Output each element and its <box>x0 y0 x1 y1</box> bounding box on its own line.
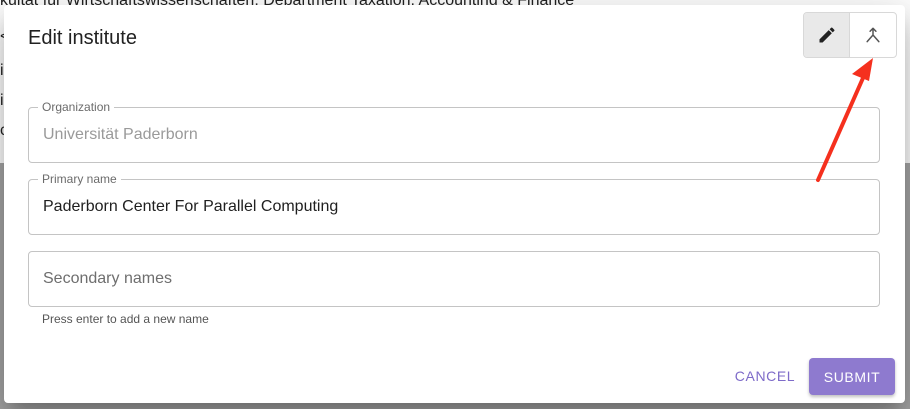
mode-toggle-group <box>803 12 897 58</box>
organization-label: Organization <box>38 100 115 114</box>
dialog-title: Edit institute <box>28 27 137 49</box>
edit-mode-toggle[interactable] <box>804 13 851 57</box>
primary-name-field[interactable]: Primary name Paderborn Center For Parall… <box>28 172 880 235</box>
edit-institute-dialog: Edit institute Organization Universität … <box>4 5 905 403</box>
organization-value: Universität Paderborn <box>43 126 198 143</box>
submit-button[interactable]: SUBMIT <box>809 358 895 395</box>
pencil-icon <box>819 27 835 43</box>
merge-icon <box>866 27 880 43</box>
organization-field: Organization Universität Paderborn <box>28 100 880 163</box>
secondary-names-placeholder[interactable]: Secondary names <box>43 269 172 289</box>
merge-mode-toggle[interactable] <box>850 13 896 57</box>
secondary-names-field[interactable]: Secondary names <box>28 251 880 307</box>
primary-name-value[interactable]: Paderborn Center For Parallel Computing <box>43 197 338 217</box>
cancel-button[interactable]: CANCEL <box>726 358 804 394</box>
secondary-names-helper: Press enter to add a new name <box>42 312 209 326</box>
primary-name-label: Primary name <box>38 172 121 186</box>
